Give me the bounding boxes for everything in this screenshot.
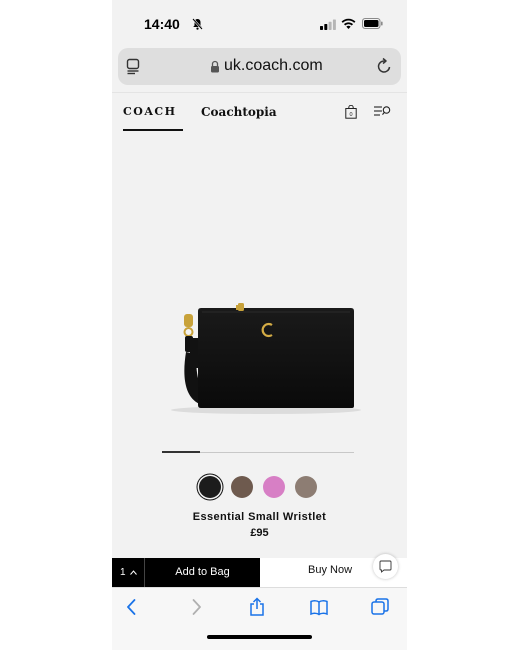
tab-coach[interactable]: COACH (123, 105, 177, 118)
color-swatch[interactable] (295, 476, 317, 498)
tab-coachtopia[interactable]: Coachtopia (201, 105, 277, 119)
chat-button[interactable] (373, 554, 398, 579)
share-icon[interactable] (247, 597, 267, 617)
forward-icon[interactable] (186, 597, 206, 617)
back-icon[interactable] (122, 597, 142, 617)
signal-icon (320, 19, 336, 30)
product-price: £95 (250, 527, 269, 539)
lock-icon (211, 60, 219, 73)
home-indicator (207, 635, 312, 639)
url-text[interactable]: uk.coach.com (224, 57, 323, 75)
bookmarks-icon[interactable] (309, 597, 329, 617)
tabs-icon[interactable] (126, 58, 142, 75)
status-bar: 14:40 (112, 0, 407, 46)
chat-icon (379, 560, 392, 573)
add-to-bag-button[interactable]: Add to Bag (144, 558, 260, 587)
site-header: COACH Coachtopia 0 (112, 92, 407, 134)
browser-toolbar (112, 587, 407, 650)
quantity-selector[interactable]: 1 (112, 558, 144, 587)
color-swatch[interactable] (263, 476, 285, 498)
tabs-overview-icon[interactable] (370, 597, 390, 617)
address-bar[interactable]: uk.coach.com (118, 48, 401, 85)
active-tab-indicator (123, 129, 183, 131)
reload-icon[interactable] (376, 57, 393, 75)
carousel-indicator (162, 451, 200, 453)
color-swatch[interactable] (199, 476, 221, 498)
product-image[interactable] (156, 292, 366, 422)
svg-text:0: 0 (349, 112, 352, 118)
status-time: 14:40 (144, 16, 180, 32)
color-swatch[interactable] (231, 476, 253, 498)
product-title: Essential Small Wristlet (192, 511, 327, 523)
search-menu-icon[interactable] (374, 105, 392, 118)
wifi-icon (341, 18, 356, 29)
quantity-value: 1 (120, 567, 126, 578)
phone-screen: 14:40 uk.coach.com COACH Coachtopia 0 Es… (112, 0, 407, 650)
bell-slash-icon (192, 18, 203, 30)
shopping-bag-icon[interactable]: 0 (345, 105, 357, 119)
chevron-up-icon (130, 570, 137, 575)
battery-icon (362, 18, 383, 29)
